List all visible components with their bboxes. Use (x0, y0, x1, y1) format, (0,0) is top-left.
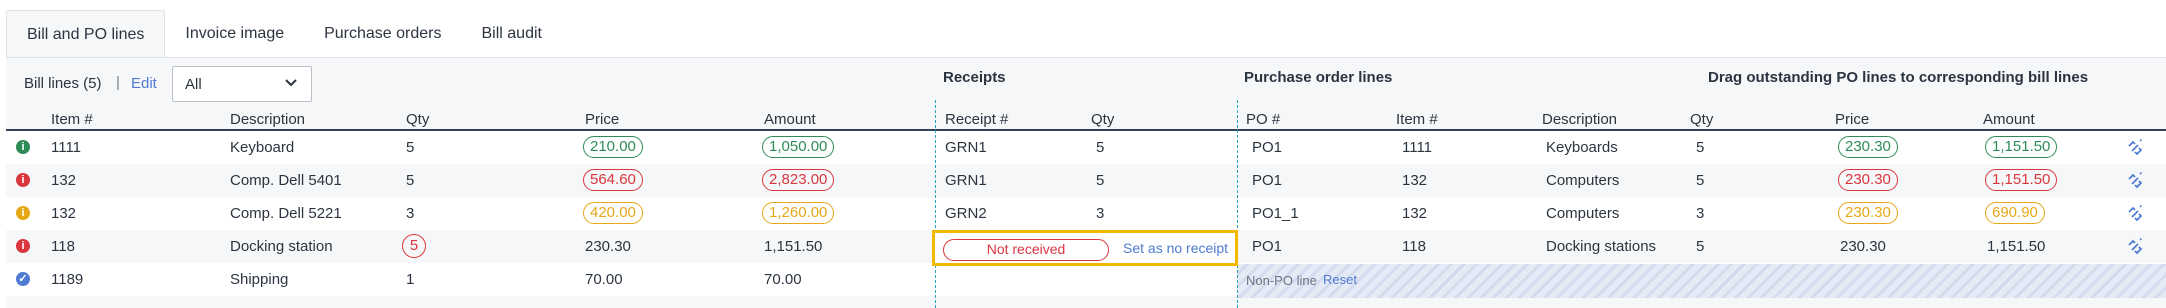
po-item-number: 132 (1402, 205, 1428, 222)
toolbar-separator: | (116, 74, 120, 91)
po-lines-heading: Purchase order lines (1244, 69, 1393, 86)
info-red-icon: i (16, 239, 30, 253)
po-amount: 1,151.50 (1987, 238, 2046, 255)
po-price: 230.30 (1840, 238, 1886, 255)
item-qty: 3 (406, 205, 415, 222)
price-badge: 420.00 (583, 202, 643, 224)
col-qty: Qty (406, 111, 430, 128)
col-receipt: Receipt # (945, 111, 1009, 128)
receipt-missing-box: Not received Set as no receipt (932, 230, 1238, 266)
receipts-heading: Receipts (943, 69, 1006, 86)
po-description: Computers (1546, 205, 1620, 222)
edit-link[interactable]: Edit (131, 75, 157, 92)
tab-invoice-image[interactable]: Invoice image (165, 10, 304, 58)
po-item-number: 1111 (1402, 139, 1433, 156)
item-description: Docking station (230, 238, 333, 255)
tab-bar: Bill and PO lines Invoice image Purchase… (6, 10, 2166, 58)
item-amount: 70.00 (764, 271, 802, 288)
unlink-icon[interactable] (2126, 172, 2144, 190)
po-amount-badge: 1,151.50 (1985, 136, 2058, 158)
item-number: 132 (51, 205, 77, 222)
reset-link[interactable]: Reset (1323, 272, 1357, 287)
item-description: Comp. Dell 5221 (230, 205, 342, 222)
receipt-number: GRN2 (945, 205, 987, 222)
col-amount: Amount (764, 111, 816, 128)
receipt-number: GRN1 (945, 139, 987, 156)
po-amount-badge: 1,151.50 (1985, 169, 2058, 191)
po-divider (1237, 100, 1238, 308)
receipt-qty: 3 (1096, 205, 1105, 222)
po-description: Docking stations (1546, 238, 1657, 255)
col-receipt-qty: Qty (1091, 111, 1115, 128)
po-item-number: 132 (1402, 172, 1428, 189)
tab-bill-audit[interactable]: Bill audit (462, 10, 562, 58)
item-amount: 1,151.50 (764, 238, 823, 255)
chevron-down-icon (285, 79, 297, 87)
po-qty: 3 (1696, 205, 1705, 222)
info-green-icon: i (16, 140, 30, 154)
receipts-divider (935, 100, 936, 308)
po-description: Keyboards (1546, 139, 1618, 156)
item-description: Comp. Dell 5401 (230, 172, 342, 189)
receipt-qty: 5 (1096, 139, 1105, 156)
bill-lines-count: Bill lines (5) (24, 75, 102, 92)
receipt-qty: 5 (1096, 172, 1105, 189)
tab-purchase-orders[interactable]: Purchase orders (304, 10, 461, 58)
col-price: Price (585, 111, 620, 128)
unlink-icon[interactable] (2126, 238, 2144, 256)
col-po-amount: Amount (1983, 111, 2035, 128)
item-qty: 5 (406, 172, 415, 189)
item-price: 70.00 (585, 271, 623, 288)
filter-select[interactable]: All (172, 66, 312, 102)
po-qty: 5 (1696, 139, 1705, 156)
not-received-badge: Not received (943, 239, 1109, 261)
price-badge: 564.60 (583, 169, 643, 191)
po-number: PO1 (1252, 238, 1283, 255)
item-description: Keyboard (230, 139, 295, 156)
item-number: 118 (51, 238, 75, 255)
po-description: Computers (1546, 172, 1620, 189)
info-red-icon: i (16, 173, 30, 187)
unlink-icon[interactable] (2126, 139, 2144, 157)
info-yellow-icon: i (16, 206, 30, 220)
qty-mismatch-badge: 5 (402, 234, 426, 258)
receipt-number: GRN1 (945, 172, 987, 189)
item-qty: 5 (406, 139, 415, 156)
unlink-icon[interactable] (2126, 205, 2144, 223)
check-icon: ✓ (16, 272, 30, 286)
drag-hint: Drag outstanding PO lines to correspondi… (1708, 69, 2089, 86)
non-po-drop-area[interactable] (1237, 264, 2166, 298)
amount-badge: 2,823.00 (762, 169, 835, 191)
item-number: 1111 (51, 139, 82, 156)
filter-select-value: All (185, 76, 202, 93)
po-qty: 5 (1696, 172, 1705, 189)
po-number: PO1 (1252, 139, 1283, 156)
po-amount-badge: 690.90 (1985, 202, 2045, 224)
po-price-badge: 230.30 (1838, 202, 1898, 224)
price-badge: 210.00 (583, 136, 643, 158)
item-price: 230.30 (585, 238, 631, 255)
col-po-price: Price (1835, 111, 1870, 128)
item-description: Shipping (230, 271, 289, 288)
po-number: PO1_1 (1252, 205, 1299, 222)
col-item: Item # (51, 111, 93, 128)
item-qty: 1 (406, 271, 415, 288)
col-po: PO # (1246, 111, 1281, 128)
tab-bill-and-po-lines[interactable]: Bill and PO lines (6, 10, 166, 58)
po-number: PO1 (1252, 172, 1283, 189)
col-po-qty: Qty (1690, 111, 1714, 128)
po-qty: 5 (1696, 238, 1705, 255)
set-as-no-receipt-link[interactable]: Set as no receipt (1123, 240, 1228, 256)
item-number: 1189 (51, 271, 84, 288)
col-po-description: Description (1542, 111, 1618, 128)
amount-badge: 1,260.00 (762, 202, 835, 224)
col-po-item: Item # (1396, 111, 1438, 128)
non-po-line-label: Non-PO line (1246, 273, 1317, 288)
po-price-badge: 230.30 (1838, 136, 1898, 158)
col-description: Description (230, 111, 306, 128)
po-item-number: 118 (1402, 238, 1426, 255)
item-number: 132 (51, 172, 77, 189)
amount-badge: 1,050.00 (762, 136, 835, 158)
po-price-badge: 230.30 (1838, 169, 1898, 191)
